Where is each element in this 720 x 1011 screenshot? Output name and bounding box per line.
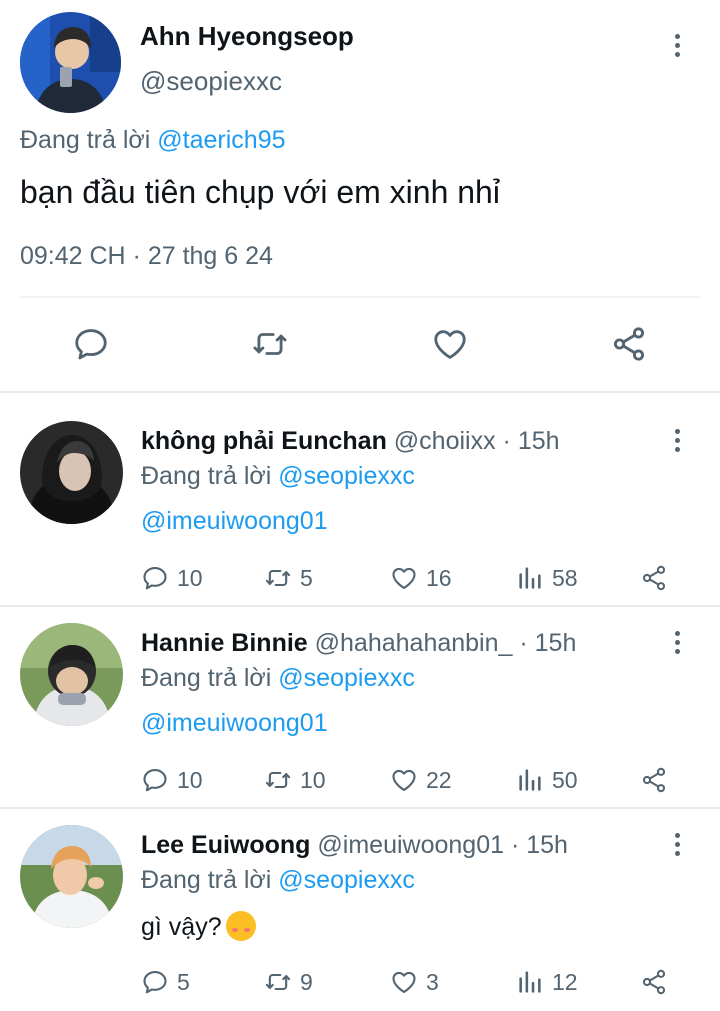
more-options-icon[interactable]	[667, 627, 687, 657]
retweet-count: 5	[300, 564, 313, 591]
author-handle[interactable]: @choiixx	[394, 427, 496, 455]
reply-header: không phải Eunchan @choiixx · 15h	[141, 427, 560, 456]
retweet-icon[interactable]	[250, 324, 290, 364]
share-icon	[640, 766, 668, 794]
share-button[interactable]	[640, 967, 668, 997]
reply-icon	[141, 564, 169, 592]
reply-icon[interactable]	[71, 324, 111, 364]
like-count: 22	[426, 766, 452, 793]
like-icon	[390, 968, 418, 996]
reply-header: Hannie Binnie @hahahahanbin_ · 15h	[141, 629, 576, 658]
tweet-text-content: gì vậy?	[141, 913, 222, 941]
reply-tweet: không phải Eunchan @choiixx · 15h Đang t…	[0, 407, 720, 607]
views-icon	[516, 766, 544, 794]
retweet-icon	[264, 968, 292, 996]
share-icon	[640, 564, 668, 592]
share-button[interactable]	[640, 563, 668, 593]
replying-to: Đang trả lời @seopiexxc	[141, 866, 415, 895]
replying-to-link[interactable]: @seopiexxc	[278, 462, 415, 490]
share-icon	[640, 968, 668, 996]
more-options-icon[interactable]	[667, 425, 687, 455]
more-options-icon[interactable]	[667, 829, 687, 859]
tweet-text[interactable]: @imeuiwoong01	[141, 709, 328, 738]
reply-header: Lee Euiwoong @imeuiwoong01 · 15h	[141, 831, 568, 860]
more-options-icon[interactable]	[667, 30, 687, 60]
like-button[interactable]: 22	[390, 765, 452, 795]
share-icon[interactable]	[609, 324, 649, 364]
divider	[0, 391, 720, 393]
reply-icon	[141, 968, 169, 996]
retweet-button[interactable]: 9	[264, 967, 313, 997]
replying-to-link[interactable]: @seopiexxc	[278, 866, 415, 894]
author-name[interactable]: không phải Eunchan	[141, 427, 387, 455]
tweet-timestamp[interactable]: 09:42 CH · 27 thg 6 24	[20, 242, 273, 271]
retweet-icon	[264, 564, 292, 592]
reply-button[interactable]: 10	[141, 765, 203, 795]
replying-prefix: Đang trả lời	[141, 664, 272, 692]
reply-tweet: Hannie Binnie @hahahahanbin_ · 15h Đang …	[0, 609, 720, 809]
reply-count: 10	[177, 766, 203, 793]
reply-count: 5	[177, 968, 190, 995]
reply-button[interactable]: 5	[141, 967, 190, 997]
divider	[0, 807, 720, 809]
tweet-text: gì vậy?	[141, 911, 256, 942]
smiling-face-with-hearts-icon	[225, 911, 256, 941]
divider	[20, 296, 700, 298]
replying-to: Đang trả lời @seopiexxc	[141, 664, 415, 693]
author-handle[interactable]: @hahahahanbin_	[315, 629, 513, 657]
reply-time: · 15h	[502, 427, 560, 455]
reply-time: · 15h	[510, 831, 568, 859]
views-button[interactable]: 50	[516, 765, 578, 795]
like-icon[interactable]	[430, 324, 470, 364]
like-icon	[390, 564, 418, 592]
reply-icon	[141, 766, 169, 794]
divider	[0, 605, 720, 607]
retweet-button[interactable]: 10	[264, 765, 326, 795]
view-count: 58	[552, 564, 578, 591]
replying-to: Đang trả lời @seopiexxc	[141, 462, 415, 491]
retweet-count: 9	[300, 968, 313, 995]
retweet-button[interactable]: 5	[264, 563, 313, 593]
reply-time: · 15h	[519, 629, 577, 657]
reply-tweet: Lee Euiwoong @imeuiwoong01 · 15h Đang tr…	[0, 811, 720, 1011]
like-count: 3	[426, 968, 439, 995]
like-button[interactable]: 3	[390, 967, 439, 997]
avatar[interactable]	[20, 825, 123, 928]
retweet-icon	[264, 766, 292, 794]
like-count: 16	[426, 564, 452, 591]
reply-count: 10	[177, 564, 203, 591]
like-button[interactable]: 16	[390, 563, 452, 593]
author-name[interactable]: Lee Euiwoong	[141, 831, 310, 859]
replying-prefix: Đang trả lời	[141, 866, 272, 894]
share-button[interactable]	[640, 765, 668, 795]
author-name[interactable]: Hannie Binnie	[141, 629, 308, 657]
author-handle[interactable]: @imeuiwoong01	[317, 831, 504, 859]
replying-prefix: Đang trả lời	[20, 126, 151, 154]
reply-button[interactable]: 10	[141, 563, 203, 593]
replying-to: Đang trả lời @taerich95	[20, 126, 286, 155]
replying-to-link[interactable]: @seopiexxc	[278, 664, 415, 692]
tweet-text[interactable]: @imeuiwoong01	[141, 507, 328, 536]
like-icon	[390, 766, 418, 794]
author-name[interactable]: Ahn Hyeongseop	[140, 21, 354, 52]
view-count: 50	[552, 766, 578, 793]
avatar[interactable]	[20, 12, 121, 113]
view-count: 12	[552, 968, 578, 995]
avatar[interactable]	[20, 421, 123, 524]
views-button[interactable]: 12	[516, 967, 578, 997]
main-tweet: Ahn Hyeongseop @seopiexxc Đang trả lời @…	[0, 0, 720, 392]
views-icon	[516, 968, 544, 996]
author-handle[interactable]: @seopiexxc	[140, 66, 282, 97]
views-button[interactable]: 58	[516, 563, 578, 593]
retweet-count: 10	[300, 766, 326, 793]
views-icon	[516, 564, 544, 592]
tweet-text: bạn đầu tiên chụp với em xinh nhỉ	[20, 174, 500, 210]
replying-prefix: Đang trả lời	[141, 462, 272, 490]
avatar[interactable]	[20, 623, 123, 726]
replying-to-link[interactable]: @taerich95	[157, 126, 285, 154]
